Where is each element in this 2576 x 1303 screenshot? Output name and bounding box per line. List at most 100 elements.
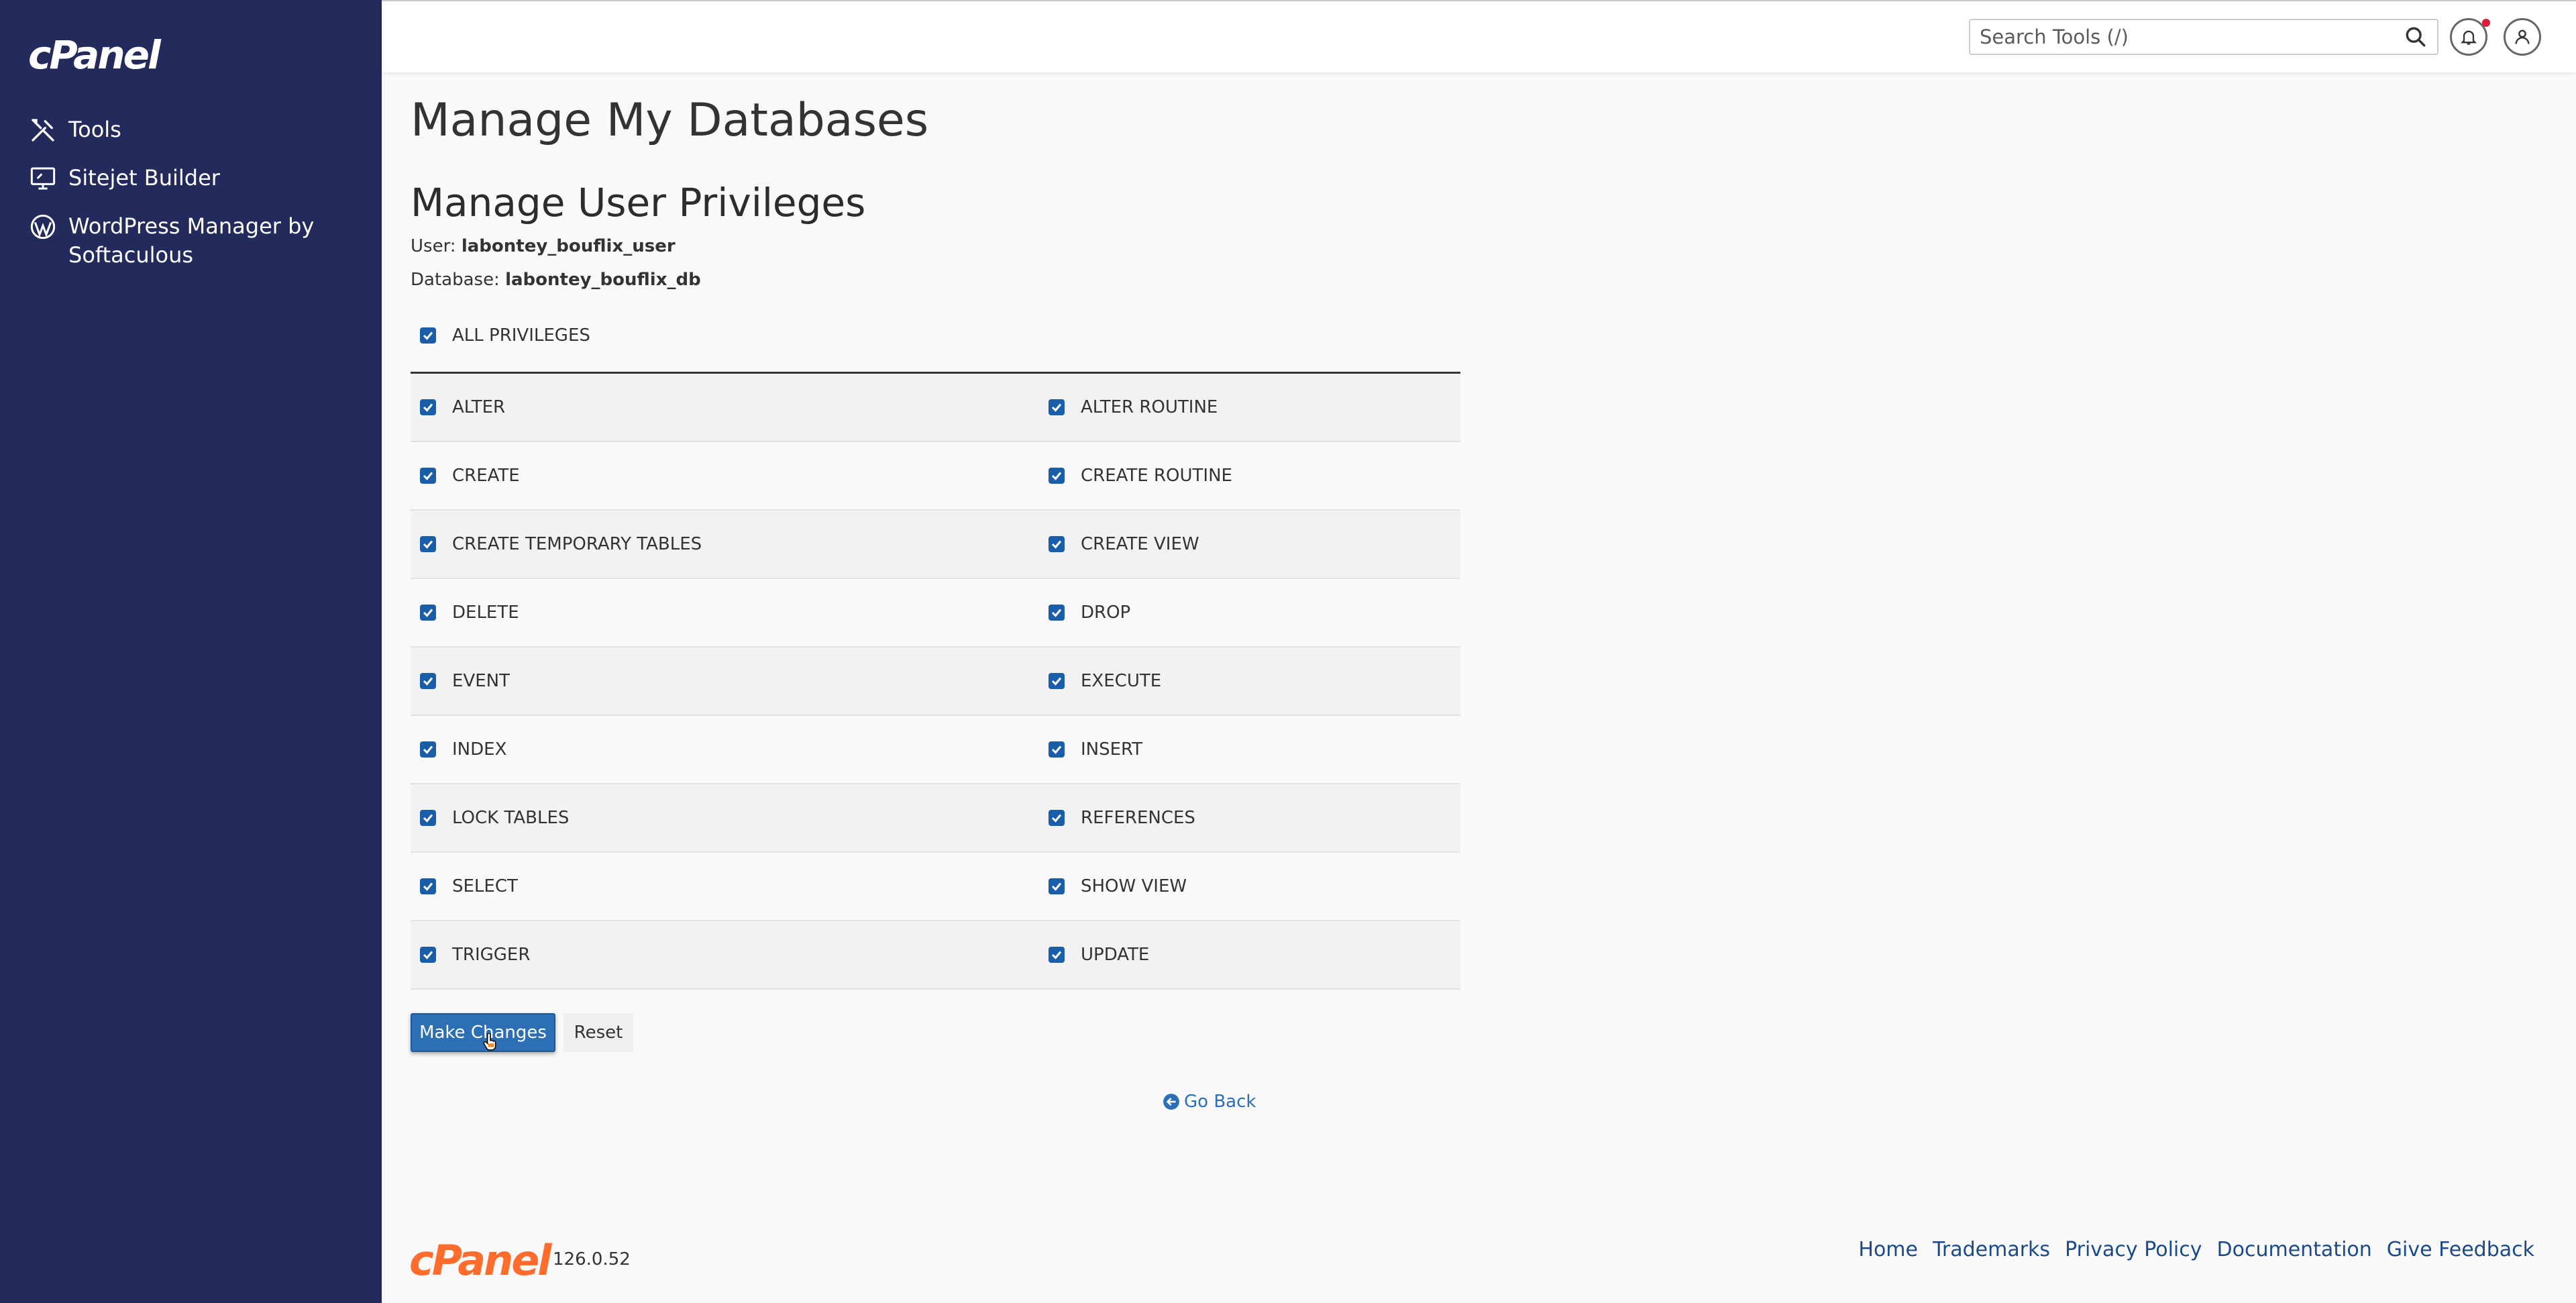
- privilege-checkbox[interactable]: DELETE: [411, 579, 1039, 646]
- checkbox-checked[interactable]: [420, 605, 436, 621]
- checkbox-checked[interactable]: [420, 327, 436, 344]
- privilege-checkbox[interactable]: DROP: [1039, 579, 1460, 646]
- checkbox-checked[interactable]: [1049, 741, 1065, 758]
- privilege-checkbox[interactable]: CREATE: [411, 442, 1039, 509]
- privilege-checkbox[interactable]: REFERENCES: [1039, 784, 1460, 851]
- user-line: User: labontey_bouflix_user: [411, 236, 676, 256]
- checkbox-checked[interactable]: [420, 947, 436, 963]
- privilege-label: ALTER: [452, 397, 506, 417]
- wordpress-icon: [28, 212, 58, 242]
- check-icon: [1051, 472, 1062, 480]
- checkbox-checked[interactable]: [420, 878, 436, 894]
- footer-link-documentation[interactable]: Documentation: [2217, 1238, 2372, 1261]
- section-title: Manage User Privileges: [411, 180, 866, 225]
- search-input[interactable]: [1969, 19, 2438, 55]
- footer-link-privacy[interactable]: Privacy Policy: [2065, 1238, 2202, 1261]
- privilege-checkbox[interactable]: TRIGGER: [411, 921, 1039, 988]
- checkbox-checked[interactable]: [420, 399, 436, 415]
- checkbox-checked[interactable]: [1049, 810, 1065, 826]
- sidebar: cPanel Tools Sitejet Builder WordPress M…: [0, 0, 382, 1303]
- check-icon: [423, 745, 433, 754]
- check-icon: [1051, 745, 1062, 754]
- sidebar-item-wordpress[interactable]: WordPress Manager by Softaculous: [28, 212, 350, 270]
- reset-button[interactable]: Reset: [564, 1013, 633, 1052]
- checkbox-checked[interactable]: [1049, 673, 1065, 689]
- sidebar-item-tools[interactable]: Tools: [28, 115, 121, 145]
- cpanel-logo[interactable]: cPanel: [28, 32, 161, 78]
- privilege-row: TRIGGER UPDATE: [411, 921, 1460, 990]
- privilege-label: EXECUTE: [1081, 671, 1162, 691]
- checkbox-checked[interactable]: [1049, 605, 1065, 621]
- privilege-row: INDEX INSERT: [411, 716, 1460, 784]
- go-back-link[interactable]: Go Back: [1163, 1092, 1256, 1112]
- privilege-checkbox[interactable]: INSERT: [1039, 716, 1460, 783]
- privilege-checkbox[interactable]: LOCK TABLES: [411, 784, 1039, 851]
- privilege-checkbox[interactable]: ALTER ROUTINE: [1039, 374, 1460, 441]
- privilege-label: UPDATE: [1081, 945, 1150, 965]
- privilege-checkbox[interactable]: EVENT: [411, 647, 1039, 715]
- privilege-label: DROP: [1081, 603, 1131, 623]
- database-line: Database: labontey_bouflix_db: [411, 270, 701, 290]
- privilege-checkbox[interactable]: ALTER: [411, 374, 1039, 441]
- privilege-checkbox[interactable]: UPDATE: [1039, 921, 1460, 988]
- check-icon: [423, 331, 433, 340]
- privilege-row: DELETE DROP: [411, 579, 1460, 647]
- check-icon: [1051, 609, 1062, 617]
- checkbox-checked[interactable]: [1049, 468, 1065, 484]
- privilege-label: LOCK TABLES: [452, 808, 570, 828]
- privilege-row: SELECT SHOW VIEW: [411, 853, 1460, 921]
- user-value: labontey_bouflix_user: [461, 236, 676, 256]
- version-label: 126.0.52: [553, 1249, 631, 1269]
- privilege-row: EVENT EXECUTE: [411, 647, 1460, 716]
- check-icon: [423, 472, 433, 480]
- check-icon: [423, 540, 433, 549]
- user-icon: [2515, 30, 2530, 44]
- privilege-row: CREATE CREATE ROUTINE: [411, 442, 1460, 511]
- sidebar-item-label: Tools: [68, 117, 121, 142]
- footer-link-trademarks[interactable]: Trademarks: [1933, 1238, 2050, 1261]
- footer-cpanel-logo: cPanel: [409, 1236, 552, 1285]
- checkbox-checked[interactable]: [1049, 399, 1065, 415]
- bell-icon: [2460, 30, 2477, 45]
- checkbox-checked[interactable]: [420, 536, 436, 552]
- check-icon: [1051, 540, 1062, 549]
- check-icon: [1051, 951, 1062, 959]
- tools-icon: [28, 115, 58, 145]
- sidebar-item-label: WordPress Manager by Softaculous: [68, 213, 315, 268]
- privilege-label: SHOW VIEW: [1081, 876, 1187, 896]
- check-icon: [1051, 677, 1062, 686]
- privilege-label: CREATE: [452, 466, 520, 486]
- check-icon: [1051, 814, 1062, 823]
- user-menu-button[interactable]: [2504, 18, 2541, 56]
- privilege-checkbox[interactable]: CREATE VIEW: [1039, 511, 1460, 578]
- privilege-checkbox[interactable]: CREATE ROUTINE: [1039, 442, 1460, 509]
- search-icon[interactable]: [2404, 25, 2427, 48]
- monitor-icon: [28, 164, 58, 193]
- privilege-label: ALTER ROUTINE: [1081, 397, 1218, 417]
- notification-dot: [2482, 19, 2490, 27]
- database-label: Database:: [411, 270, 500, 290]
- privilege-label: CREATE VIEW: [1081, 534, 1199, 554]
- sidebar-item-sitejet[interactable]: Sitejet Builder: [28, 164, 220, 193]
- privilege-checkbox[interactable]: SELECT: [411, 853, 1039, 920]
- privilege-checkbox[interactable]: INDEX: [411, 716, 1039, 783]
- database-value: labontey_bouflix_db: [505, 270, 701, 290]
- checkbox-checked[interactable]: [420, 468, 436, 484]
- checkbox-checked[interactable]: [420, 741, 436, 758]
- privilege-checkbox[interactable]: CREATE TEMPORARY TABLES: [411, 511, 1039, 578]
- privilege-checkbox[interactable]: EXECUTE: [1039, 647, 1460, 715]
- check-icon: [423, 882, 433, 891]
- privilege-checkbox[interactable]: SHOW VIEW: [1039, 853, 1460, 920]
- checkbox-checked[interactable]: [420, 810, 436, 826]
- checkbox-checked[interactable]: [1049, 947, 1065, 963]
- privilege-row: LOCK TABLES REFERENCES: [411, 784, 1460, 853]
- all-privileges-checkbox[interactable]: ALL PRIVILEGES: [411, 325, 590, 346]
- check-icon: [423, 403, 433, 412]
- checkbox-checked[interactable]: [420, 673, 436, 689]
- checkbox-checked[interactable]: [1049, 878, 1065, 894]
- checkbox-checked[interactable]: [1049, 536, 1065, 552]
- go-back-label: Go Back: [1184, 1092, 1256, 1112]
- footer-link-home[interactable]: Home: [1858, 1238, 1918, 1261]
- footer-link-feedback[interactable]: Give Feedback: [2387, 1238, 2534, 1261]
- all-privileges-label: ALL PRIVILEGES: [452, 325, 590, 346]
